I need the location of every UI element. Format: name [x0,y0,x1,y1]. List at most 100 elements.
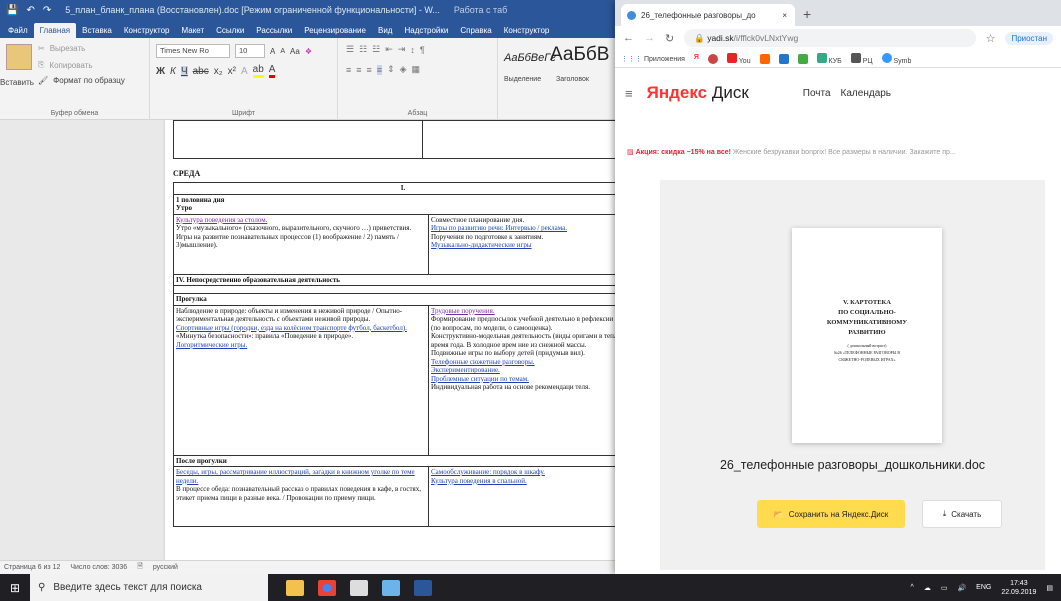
align-right-icon[interactable]: ≡ [367,65,372,75]
increase-indent-icon[interactable]: ⇥ [398,44,406,55]
borders-icon[interactable]: ▦ [412,64,421,75]
font-name-field[interactable]: Times New Ro [156,44,230,58]
numbering-icon[interactable]: ☷ [359,44,367,55]
address-bar[interactable]: 🔒 yadi.sk/i/fflck0vLNxtYwg [684,29,976,47]
sort-icon[interactable]: ↕ [410,45,415,55]
star-icon[interactable]: ☆ [986,32,996,45]
save-to-disk-button[interactable]: 📂 Сохранить на Яндекс.Диск [757,500,905,528]
new-tab-icon[interactable]: + [803,6,811,22]
tab-4[interactable]: Макет [175,23,210,38]
tab-1[interactable]: Главная [33,23,77,38]
tab-10[interactable]: Справка [454,23,497,38]
nav-calendar-link[interactable]: Календарь [841,88,891,99]
doc-link[interactable]: Логоритмические игры. [176,341,426,350]
close-icon[interactable]: × [782,11,787,20]
back-icon[interactable]: ← [623,32,634,44]
proofing-icon[interactable]: 🗎 [137,562,143,573]
language-indicator[interactable]: русский [153,564,178,571]
doc-link[interactable]: Культура поведения в спальной. [431,477,620,486]
browser-tab[interactable]: 26_телефонные разговоры_до × [621,4,795,26]
format-painter-button[interactable]: 🖌 Формат по образцу [38,76,125,85]
bold-icon[interactable]: Ж [156,66,165,77]
multilevel-icon[interactable]: ☳ [372,44,380,55]
change-case-icon[interactable]: Aa [290,47,300,56]
bullets-icon[interactable]: ☰ [346,44,354,55]
word-taskbar-icon[interactable] [414,579,432,596]
profile-paused-button[interactable]: Приостан [1005,31,1053,45]
doc-link[interactable]: Спортивные игры (городки, езда на колёсн… [176,324,426,333]
doc-link[interactable]: Культура поведения за столом. [176,216,426,225]
document-page[interactable]: СРЕДА I. 1 половина дня Утро Культура по… [165,120,620,560]
paste-icon[interactable] [6,44,32,70]
tab-0[interactable]: Файл [2,23,34,38]
download-button[interactable]: ⤓ Скачать [922,500,1002,528]
underline-icon[interactable]: Ч [180,65,188,77]
yandex-disk-logo[interactable]: Яндекс Диск [647,83,749,103]
cut-button[interactable]: ✂ Вырезать [38,44,85,53]
document-thumbnail[interactable]: V. КАРТОТЕКА ПО СОЦИАЛЬНО- КОММУНИКАТИВНОМ… [792,228,942,443]
font-size-field[interactable]: 10 [235,44,265,58]
bookmark-icon[interactable] [778,53,789,64]
copy-button[interactable]: ⎘ Копировать [38,60,92,70]
file-explorer-icon[interactable] [286,579,304,596]
justify-icon[interactable]: ≡ [376,64,383,75]
paste-button[interactable]: Вставить [0,78,34,87]
reload-icon[interactable]: ↻ [665,32,674,45]
undo-icon[interactable]: ↶ [26,5,34,16]
volume-icon[interactable]: 🔊 [957,584,966,592]
bookmark-youtube[interactable]: You [726,52,751,65]
clock[interactable]: 17:43 22.09.2019 [1001,579,1036,597]
word-count[interactable]: Число слов: 3036 [70,564,127,571]
bookmark-icon[interactable] [797,53,808,64]
grow-font-icon[interactable]: A [270,47,275,56]
subscript-icon[interactable]: x₂ [214,66,223,77]
redo-icon[interactable]: ↷ [43,5,51,16]
app-icon[interactable] [382,579,400,596]
windows-start-icon[interactable]: ⊞ [0,581,30,595]
bookmark-icon[interactable] [759,53,770,64]
tab-5[interactable]: Ссылки [210,23,250,38]
superscript-icon[interactable]: x² [228,66,236,77]
line-spacing-icon[interactable]: ⇕ [387,64,395,75]
style-emphasis-sample[interactable]: АаБбВеГг [504,52,556,64]
page-count[interactable]: Страница 6 из 12 [4,564,60,571]
tab-11[interactable]: Конструктор [498,23,556,38]
doc-link[interactable]: Игры по развитию речи: Интервью / реклам… [431,224,620,233]
italic-icon[interactable]: К [170,66,176,77]
yandex-bookmark-icon[interactable]: Я [694,54,699,64]
doc-link[interactable]: Телефонные сюжетные разговоры. [431,358,620,367]
doc-link[interactable]: Самообслуживание: порядок в шкафу. [431,468,620,477]
tab-2[interactable]: Вставка [76,23,118,38]
decrease-indent-icon[interactable]: ⇤ [385,44,393,55]
language-indicator[interactable]: ENG [976,584,991,591]
tab-9[interactable]: Надстройки [398,23,454,38]
cloud-icon[interactable]: ☁ [924,584,931,592]
clear-format-icon[interactable]: ❖ [305,47,312,56]
align-left-icon[interactable]: ≡ [346,65,351,75]
forward-icon[interactable]: → [644,32,655,44]
save-icon[interactable]: 💾 [6,5,18,16]
bookmark-kub[interactable]: КУБ [816,52,842,65]
bookmark-apps[interactable]: ⋮⋮⋮ Приложения [621,55,685,63]
taskbar-search[interactable]: ⚲ Введите здесь текст для поиска [30,574,268,601]
doc-link[interactable]: Беседы, игры, рассматривание иллюстраций… [176,468,426,485]
highlight-icon[interactable]: ab [252,64,264,78]
chevron-up-icon[interactable]: ^ [911,584,914,591]
bookmark-rc[interactable]: РЦ [850,52,873,65]
bookmark-icon[interactable] [707,53,718,64]
doc-link[interactable]: Экспериментирование. [431,366,620,375]
calculator-icon[interactable] [350,579,368,596]
promo-banner[interactable]: ▨ Акция: скидка −15% на все! Женские без… [627,148,1057,156]
bookmark-symb[interactable]: Symb [881,52,911,65]
strikethrough-icon[interactable]: abc [193,66,209,77]
font-color-icon[interactable]: A [268,64,276,78]
menu-icon[interactable]: ≡ [625,86,633,101]
align-center-icon[interactable]: ≡ [356,65,361,75]
shading-icon[interactable]: ◈ [400,64,407,75]
text-effects-icon[interactable]: A [241,66,248,77]
tab-6[interactable]: Рассылки [250,23,298,38]
network-icon[interactable]: ▭ [941,584,948,592]
doc-link[interactable]: Проблемные ситуации по темам. [431,375,620,384]
style-heading-sample[interactable]: АаБбВ [550,44,609,66]
tab-7[interactable]: Рецензирование [298,23,372,38]
